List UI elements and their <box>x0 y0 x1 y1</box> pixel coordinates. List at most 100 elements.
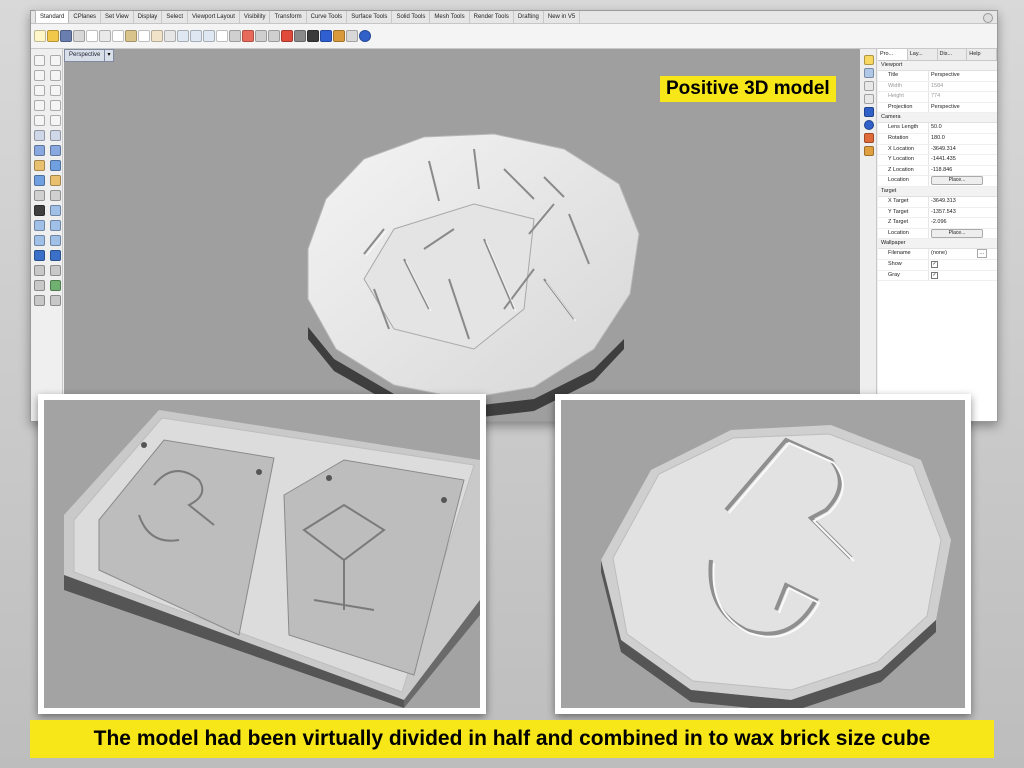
open-icon[interactable] <box>47 30 59 42</box>
tab-transform[interactable]: Transform <box>270 11 307 23</box>
zloc-field[interactable]: -118.846 <box>928 165 997 176</box>
rectangle-icon[interactable] <box>50 100 61 111</box>
tab-display[interactable]: Display <box>134 11 163 23</box>
tools-panel-icon[interactable] <box>863 146 874 156</box>
mesh-icon[interactable] <box>34 190 45 201</box>
circle-icon[interactable] <box>34 85 45 96</box>
join-icon[interactable] <box>50 250 61 261</box>
pan-icon[interactable] <box>151 30 163 42</box>
rotation-field[interactable]: 180.0 <box>928 133 997 144</box>
zoom-icon[interactable] <box>177 30 189 42</box>
scale-icon[interactable] <box>34 235 45 246</box>
curve-icon[interactable] <box>50 70 61 81</box>
lock-icon[interactable] <box>34 205 45 216</box>
copy-icon[interactable] <box>112 30 124 42</box>
tab-display-panel[interactable]: Dis... <box>938 49 968 60</box>
tools-icon[interactable] <box>346 30 358 42</box>
camera-place-button[interactable]: Place... <box>931 176 983 186</box>
surface-icon[interactable] <box>34 145 45 156</box>
help-icon[interactable] <box>359 30 371 42</box>
tab-solid-tools[interactable]: Solid Tools <box>392 11 431 23</box>
layers-icon[interactable] <box>863 68 874 78</box>
xloc-field[interactable]: -3649.314 <box>928 144 997 155</box>
point-icon[interactable] <box>50 55 61 66</box>
tab-mesh-tools[interactable]: Mesh Tools <box>430 11 470 23</box>
grid-panel-icon[interactable] <box>863 94 874 104</box>
select-icon[interactable] <box>216 30 228 42</box>
gray-checkbox[interactable]: ✓ <box>931 271 938 279</box>
material-panel-icon[interactable] <box>863 120 874 130</box>
title-field[interactable]: Perspective <box>928 71 997 81</box>
undo-icon[interactable] <box>138 30 150 42</box>
xt-field[interactable]: -3649.313 <box>928 196 997 207</box>
render-panel-icon[interactable] <box>863 107 874 117</box>
check-icon[interactable] <box>50 280 61 291</box>
browse-button[interactable]: … <box>976 249 987 259</box>
ellipse-icon[interactable] <box>34 100 45 111</box>
tab-properties[interactable]: Pro... <box>878 49 908 60</box>
environment-panel-icon[interactable] <box>863 133 874 143</box>
tab-select[interactable]: Select <box>162 11 188 23</box>
tab-drafting[interactable]: Drafting <box>514 11 544 23</box>
tab-layers[interactable]: Lay... <box>908 49 938 60</box>
explode-icon[interactable] <box>34 265 45 276</box>
cylinder-icon[interactable] <box>34 175 45 186</box>
polyline-icon[interactable] <box>34 70 45 81</box>
select-arrow-icon[interactable] <box>34 55 45 66</box>
extrude-icon[interactable] <box>50 175 61 186</box>
fillet-icon[interactable] <box>50 130 61 141</box>
tab-curve-tools[interactable]: Curve Tools <box>307 11 348 23</box>
boolean-icon[interactable] <box>50 190 61 201</box>
loft-icon[interactable] <box>50 145 61 156</box>
move-icon[interactable] <box>50 205 61 216</box>
cut-icon[interactable] <box>99 30 111 42</box>
tab-help[interactable]: Help <box>967 49 997 60</box>
rotate-icon[interactable] <box>164 30 176 42</box>
box-icon[interactable] <box>34 160 45 171</box>
yt-field[interactable]: -1357.543 <box>928 207 997 218</box>
tab-set-view[interactable]: Set View <box>101 11 134 23</box>
polygon-icon[interactable] <box>34 115 45 126</box>
trim-icon[interactable] <box>50 265 61 276</box>
tab-standard[interactable]: Standard <box>35 10 70 23</box>
properties-icon[interactable] <box>86 30 98 42</box>
split-icon[interactable] <box>34 280 45 291</box>
shade-icon[interactable] <box>255 30 267 42</box>
grid-icon[interactable] <box>229 30 241 42</box>
projection-select[interactable]: Perspective <box>928 102 997 113</box>
offset-icon[interactable] <box>34 130 45 141</box>
sphere-icon[interactable] <box>268 30 280 42</box>
tab-visibility[interactable]: Visibility <box>240 11 271 23</box>
group-icon[interactable] <box>34 295 45 306</box>
tab-cplanes[interactable]: CPlanes <box>69 11 102 23</box>
environment-icon[interactable] <box>320 30 332 42</box>
text-icon[interactable] <box>50 115 61 126</box>
array-icon[interactable] <box>34 250 45 261</box>
arc-icon[interactable] <box>50 85 61 96</box>
target-place-button[interactable]: Place... <box>931 228 983 238</box>
zt-field[interactable]: -2.096 <box>928 218 997 228</box>
paste-icon[interactable] <box>125 30 137 42</box>
print-icon[interactable] <box>73 30 85 42</box>
rotate-tool-icon[interactable] <box>50 220 61 231</box>
analyze-icon[interactable] <box>50 295 61 306</box>
tab-new-in-v5[interactable]: New in V5 <box>544 11 581 23</box>
mirror-icon[interactable] <box>50 235 61 246</box>
options-icon[interactable] <box>333 30 345 42</box>
tab-render-tools[interactable]: Render Tools <box>470 11 514 23</box>
zoom-window-icon[interactable] <box>190 30 202 42</box>
zoom-extents-icon[interactable] <box>203 30 215 42</box>
perspective-viewport[interactable]: Perspective ▾ Positive 3D model <box>64 49 860 421</box>
tab-surface-tools[interactable]: Surface Tools <box>347 11 393 23</box>
gear-icon[interactable] <box>983 13 993 23</box>
render-icon[interactable] <box>281 30 293 42</box>
cplane-icon[interactable] <box>242 30 254 42</box>
light-icon[interactable] <box>294 30 306 42</box>
lightbulb-icon[interactable] <box>863 55 874 65</box>
new-icon[interactable] <box>34 30 46 42</box>
save-icon[interactable] <box>60 30 72 42</box>
material-icon[interactable] <box>307 30 319 42</box>
sphere-solid-icon[interactable] <box>50 160 61 171</box>
yloc-field[interactable]: -1441.435 <box>928 155 997 165</box>
lens-field[interactable]: 50.0 <box>928 123 997 133</box>
